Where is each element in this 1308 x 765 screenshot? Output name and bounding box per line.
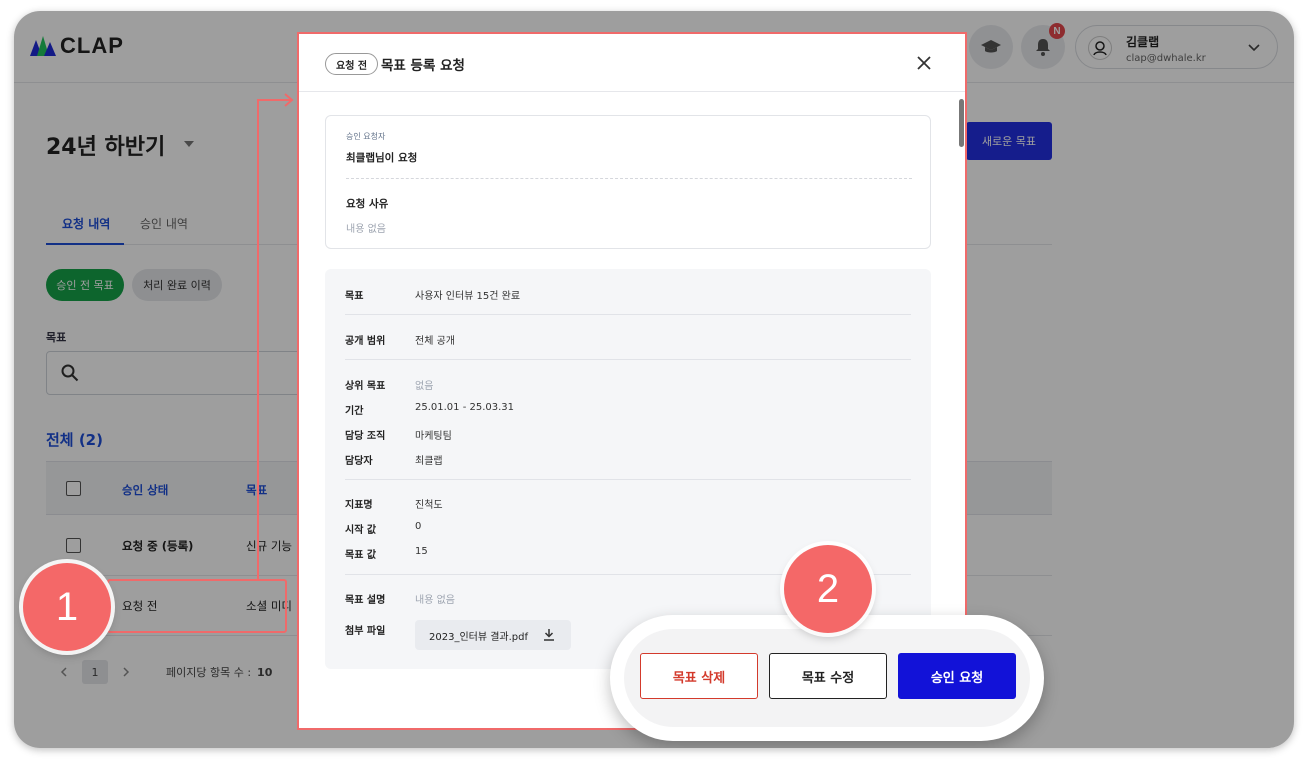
divider <box>345 359 911 360</box>
target-value: 15 <box>415 546 428 557</box>
org-label: 담당 조직 <box>345 431 386 442</box>
requester-label: 승인 요청자 <box>346 132 386 141</box>
attachment-filename: 2023_인터뷰 결과.pdf <box>429 631 529 643</box>
parent-goal-label: 상위 목표 <box>345 381 386 392</box>
org-value: 마케팅팀 <box>415 431 452 442</box>
status-badge: 요청 전 <box>325 53 379 75</box>
divider <box>346 178 912 179</box>
scope-label: 공개 범위 <box>345 336 386 347</box>
app-window: CLAP N 김클랩 clap@dwhale.kr 24년 하반기 새로운 목표… <box>14 11 1294 748</box>
screenshot-frame: CLAP N 김클랩 clap@dwhale.kr 24년 하반기 새로운 목표… <box>14 11 1294 748</box>
attachment-file[interactable]: 2023_인터뷰 결과.pdf <box>415 620 571 650</box>
target-value-label: 목표 값 <box>345 550 377 561</box>
owner-label: 담당자 <box>345 456 373 467</box>
reason-value: 내용 없음 <box>346 224 386 235</box>
modal-header: 요청 전 목표 등록 요청 <box>299 34 965 92</box>
description-value: 내용 없음 <box>415 595 455 606</box>
goal-value: 사용자 인터뷰 15건 완료 <box>415 291 521 302</box>
request-info-card: 승인 요청자 최클랩님이 요청 요청 사유 내용 없음 <box>325 115 931 249</box>
parent-goal-value: 없음 <box>415 381 434 392</box>
period-label: 기간 <box>345 406 364 417</box>
metric-label: 지표명 <box>345 500 373 511</box>
divider <box>345 314 911 315</box>
reason-label: 요청 사유 <box>346 198 389 210</box>
scrollbar[interactable] <box>959 99 964 147</box>
period-value: 25.01.01 - 25.03.31 <box>415 402 515 413</box>
description-label: 목표 설명 <box>345 595 386 606</box>
close-icon[interactable] <box>915 54 933 72</box>
goal-label: 목표 <box>345 291 364 302</box>
requester-value: 최클랩님이 요청 <box>346 152 418 164</box>
start-value-label: 시작 값 <box>345 525 377 536</box>
owner-value: 최클랩 <box>415 456 443 467</box>
callout-2: 2 <box>784 545 872 633</box>
arrow-right-icon <box>284 93 294 107</box>
attachment-label: 첨부 파일 <box>345 626 386 637</box>
start-value: 0 <box>415 521 422 532</box>
callout-1: 1 <box>23 563 111 651</box>
request-approval-button[interactable]: 승인 요청 <box>898 653 1016 699</box>
delete-goal-button[interactable]: 목표 삭제 <box>640 653 758 699</box>
modal-title: 목표 등록 요청 <box>381 58 465 74</box>
highlighted-row-annotation <box>107 579 287 633</box>
action-buttons-callout: 목표 삭제 목표 수정 승인 요청 <box>610 615 1044 741</box>
edit-goal-button[interactable]: 목표 수정 <box>769 653 887 699</box>
scope-value: 전체 공개 <box>415 336 455 347</box>
download-icon[interactable] <box>543 628 555 641</box>
metric-value: 진척도 <box>415 500 443 511</box>
divider <box>345 479 911 480</box>
annotation-connector <box>257 99 259 579</box>
